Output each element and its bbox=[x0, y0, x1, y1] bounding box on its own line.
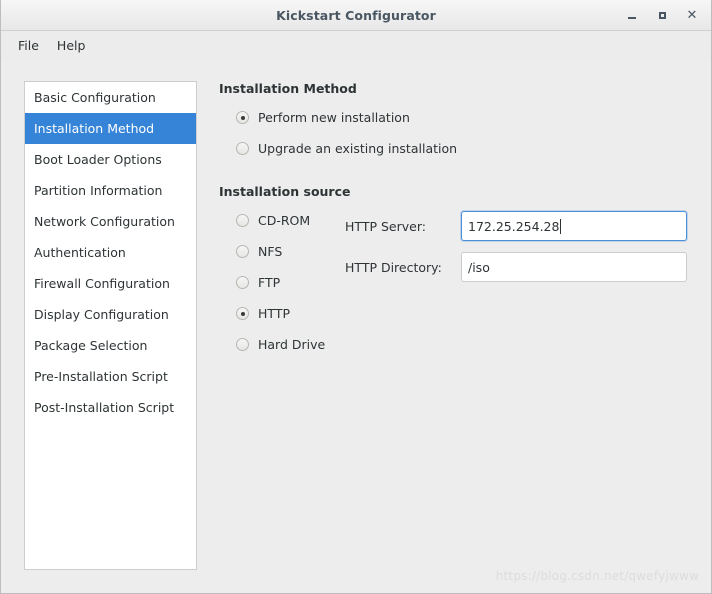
application-window: Kickstart Configurator ✕ File Help Basic… bbox=[0, 0, 712, 594]
menu-bar: File Help bbox=[1, 31, 711, 60]
http-directory-input[interactable]: /iso bbox=[461, 252, 687, 282]
sidebar-item-boot-loader-options[interactable]: Boot Loader Options bbox=[25, 144, 196, 175]
http-server-value: 172.25.254.28 bbox=[468, 218, 560, 234]
window-content: Basic Configuration Installation Method … bbox=[1, 60, 711, 593]
sidebar-item-pre-installation-script[interactable]: Pre-Installation Script bbox=[25, 361, 196, 392]
http-directory-label: HTTP Directory: bbox=[345, 259, 442, 275]
sidebar-item-partition-information[interactable]: Partition Information bbox=[25, 175, 196, 206]
window-controls: ✕ bbox=[617, 0, 707, 30]
sidebar-item-network-configuration[interactable]: Network Configuration bbox=[25, 206, 196, 237]
radio-http[interactable]: HTTP bbox=[219, 298, 339, 329]
radio-cdrom[interactable]: CD-ROM bbox=[219, 205, 339, 236]
radio-unselected-icon bbox=[236, 276, 249, 289]
installation-source-area: CD-ROM NFS FTP HTTP Hard Drive HTTP Serv… bbox=[219, 205, 701, 360]
radio-unselected-icon bbox=[236, 142, 249, 155]
radio-ftp[interactable]: FTP bbox=[219, 267, 339, 298]
radio-unselected-icon bbox=[236, 214, 249, 227]
http-directory-value: /iso bbox=[468, 259, 490, 275]
maximize-icon bbox=[658, 11, 666, 19]
installation-method-radio-group: Perform new installation Upgrade an exis… bbox=[219, 102, 701, 164]
text-caret bbox=[560, 218, 562, 234]
sidebar-item-firewall-configuration[interactable]: Firewall Configuration bbox=[25, 268, 196, 299]
radio-unselected-icon bbox=[236, 338, 249, 351]
radio-label: FTP bbox=[258, 275, 281, 290]
menu-item-file[interactable]: File bbox=[9, 35, 48, 56]
radio-label: Hard Drive bbox=[258, 337, 326, 352]
radio-label: CD-ROM bbox=[258, 213, 311, 228]
radio-label: NFS bbox=[258, 244, 283, 259]
installation-method-heading: Installation Method bbox=[219, 81, 357, 96]
close-icon: ✕ bbox=[686, 7, 698, 23]
radio-label: Perform new installation bbox=[258, 110, 410, 125]
source-fields: HTTP Server: 172.25.254.28 HTTP Director… bbox=[345, 211, 687, 293]
minimize-button[interactable] bbox=[617, 0, 647, 30]
menu-item-help[interactable]: Help bbox=[48, 35, 95, 56]
http-server-row: HTTP Server: 172.25.254.28 bbox=[345, 211, 687, 241]
http-directory-row: HTTP Directory: /iso bbox=[345, 252, 687, 282]
radio-perform-new-installation[interactable]: Perform new installation bbox=[219, 102, 701, 133]
http-server-input[interactable]: 172.25.254.28 bbox=[461, 211, 687, 241]
installation-source-heading: Installation source bbox=[219, 184, 351, 199]
radio-unselected-icon bbox=[236, 245, 249, 258]
installation-source-radio-group: CD-ROM NFS FTP HTTP Hard Drive bbox=[219, 205, 339, 360]
radio-selected-icon bbox=[236, 307, 249, 320]
sidebar-item-authentication[interactable]: Authentication bbox=[25, 237, 196, 268]
http-server-label: HTTP Server: bbox=[345, 218, 426, 234]
title-bar: Kickstart Configurator ✕ bbox=[1, 0, 711, 31]
watermark-text: https://blog.csdn.net/qwefyjwww bbox=[495, 569, 699, 583]
settings-panel: Installation Method Perform new installa… bbox=[219, 81, 701, 360]
sidebar-item-display-configuration[interactable]: Display Configuration bbox=[25, 299, 196, 330]
sidebar-item-installation-method[interactable]: Installation Method bbox=[25, 113, 196, 144]
maximize-button[interactable] bbox=[647, 0, 677, 30]
radio-label: HTTP bbox=[258, 306, 290, 321]
close-button[interactable]: ✕ bbox=[677, 0, 707, 30]
sidebar-item-post-installation-script[interactable]: Post-Installation Script bbox=[25, 392, 196, 423]
radio-upgrade-existing-installation[interactable]: Upgrade an existing installation bbox=[219, 133, 701, 164]
radio-selected-icon bbox=[236, 111, 249, 124]
sidebar-item-basic-configuration[interactable]: Basic Configuration bbox=[25, 82, 196, 113]
minimize-icon bbox=[628, 17, 636, 19]
radio-hard-drive[interactable]: Hard Drive bbox=[219, 329, 339, 360]
radio-nfs[interactable]: NFS bbox=[219, 236, 339, 267]
sidebar-item-package-selection[interactable]: Package Selection bbox=[25, 330, 196, 361]
window-title: Kickstart Configurator bbox=[276, 7, 436, 23]
category-list[interactable]: Basic Configuration Installation Method … bbox=[24, 81, 197, 570]
radio-label: Upgrade an existing installation bbox=[258, 141, 458, 156]
